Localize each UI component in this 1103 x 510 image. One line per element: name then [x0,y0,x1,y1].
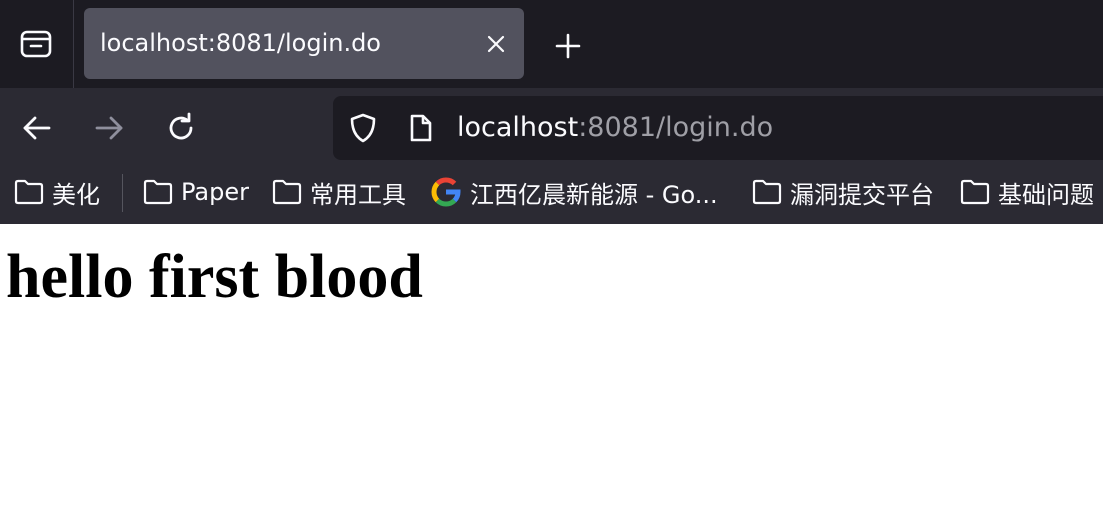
page-content: hello first blood [0,224,1103,510]
bookmark-label: 常用工具 [310,180,406,209]
shield-icon [350,113,376,143]
tracking-protection-button[interactable] [345,110,381,146]
google-icon [431,177,461,207]
site-info-button[interactable] [403,110,439,146]
plus-icon [555,33,581,59]
page-heading: hello first blood [6,243,423,311]
navigation-toolbar: localhost:8081/login.do [0,88,1103,168]
back-arrow-icon [23,116,51,140]
reload-button[interactable] [159,106,203,150]
tab-strip: localhost:8081/login.do [0,0,1103,88]
reload-icon [169,112,193,140]
bookmark-folder-basics[interactable]: 基础问题 [960,168,1094,216]
bookmark-folder-tools[interactable]: 常用工具 [272,168,406,216]
forward-button[interactable] [87,106,131,150]
url-text: localhost:8081/login.do [457,96,773,160]
folder-icon [143,179,173,205]
bookmark-label: Paper [181,178,249,206]
forward-arrow-icon [95,116,123,140]
bookmarks-separator [122,174,123,212]
tab-close-button[interactable] [480,28,512,60]
close-icon [487,35,505,53]
page-icon [410,114,432,142]
bookmark-label: 漏洞提交平台 [790,180,934,209]
folder-icon [960,179,990,205]
bookmark-label: 美化 [52,180,100,209]
new-tab-button[interactable] [546,24,590,68]
folder-icon [272,179,302,205]
bookmark-folder-vuln-platforms[interactable]: 漏洞提交平台 [752,168,934,216]
firefox-view-icon [20,30,52,58]
back-button[interactable] [15,106,59,150]
bookmark-label: 基础问题 [998,180,1094,209]
firefox-view-button[interactable] [0,0,72,88]
folder-icon [752,179,782,205]
tab-active[interactable]: localhost:8081/login.do [84,8,524,79]
bookmark-google-search[interactable]: 江西亿晨新能源 - Go... [430,168,718,216]
tab-title: localhost:8081/login.do [100,29,381,57]
url-path: :8081/login.do [578,112,774,143]
folder-icon [14,179,44,205]
tab-strip-separator [73,0,74,88]
bookmark-label: 江西亿晨新能源 - Go... [470,180,718,209]
url-host: localhost [457,112,579,143]
bookmark-folder-paper[interactable]: Paper [143,168,249,216]
bookmarks-toolbar: 美化 Paper 常用工具 江西亿晨新能源 - Go... 漏洞提交平台 基础问… [0,168,1103,224]
bookmark-folder-beautify[interactable]: 美化 [14,168,100,216]
address-bar[interactable]: localhost:8081/login.do [333,96,1103,160]
